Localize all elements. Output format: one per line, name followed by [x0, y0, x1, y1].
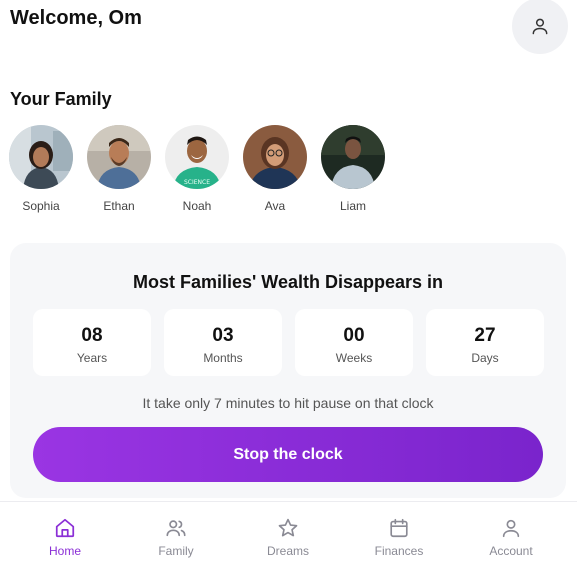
member-name: Ava: [264, 199, 286, 213]
family-section-title: Your Family: [10, 89, 112, 109]
star-icon: [278, 518, 298, 537]
family-member-ethan[interactable]: Ethan: [87, 125, 151, 213]
nav-label: Dreams: [266, 544, 309, 558]
family-member-liam[interactable]: Liam: [321, 125, 385, 213]
countdown-value: 27: [474, 325, 496, 346]
nav-label: Family: [158, 544, 194, 558]
bottom-navigation: Home Family Dreams Finances Account: [0, 501, 577, 573]
member-name: Liam: [339, 199, 366, 213]
countdown-weeks: 00 Weeks: [295, 309, 413, 376]
avatar: SCIENCE: [165, 125, 229, 189]
family-member-ava[interactable]: Ava: [243, 125, 307, 213]
nav-item-account[interactable]: Account: [456, 502, 566, 573]
countdown-value: 03: [212, 325, 234, 346]
family-members-row: Sophia Ethan SCIENCE Noah Ava Liam: [0, 125, 577, 215]
calendar-icon: [390, 518, 408, 538]
family-member-sophia[interactable]: Sophia: [9, 125, 73, 213]
user-icon: [502, 519, 520, 538]
avatar: [87, 125, 151, 189]
nav-label: Account: [489, 544, 533, 558]
countdown-value: 00: [343, 325, 365, 346]
account-button[interactable]: [512, 0, 568, 54]
member-name: Noah: [182, 199, 212, 213]
countdown-value: 08: [81, 325, 103, 346]
nav-item-finances[interactable]: Finances: [344, 502, 454, 573]
home-icon: [55, 518, 75, 538]
countdown-unit: Weeks: [335, 351, 373, 365]
family-member-noah[interactable]: SCIENCE Noah: [165, 125, 229, 213]
countdown-title: Most Families' Wealth Disappears in: [132, 272, 444, 292]
nav-label: Home: [48, 544, 81, 558]
countdown-years: 08 Years: [33, 309, 151, 376]
nav-item-home[interactable]: Home: [10, 502, 120, 573]
countdown-unit: Days: [471, 351, 499, 365]
wealth-countdown-card: Most Families' Wealth Disappears in 08 Y…: [10, 243, 566, 498]
svg-text:SCIENCE: SCIENCE: [184, 179, 210, 186]
countdown-months: 03 Months: [164, 309, 282, 376]
countdown-unit: Years: [76, 351, 108, 365]
countdown-subtitle: It take only 7 minutes to hit pause on t…: [142, 395, 434, 411]
nav-label: Finances: [374, 544, 424, 558]
stop-the-clock-button[interactable]: Stop the clock: [33, 427, 543, 482]
nav-item-family[interactable]: Family: [121, 502, 231, 573]
avatar: [321, 125, 385, 189]
member-name: Sophia: [22, 199, 60, 213]
avatar: [9, 125, 73, 189]
family-icon: [166, 520, 186, 537]
user-icon: [532, 18, 548, 35]
avatar: [243, 125, 307, 189]
header: Welcome, Om: [0, 0, 577, 60]
welcome-title: Welcome, Om: [10, 7, 142, 29]
countdown-days: 27 Days: [426, 309, 544, 376]
nav-item-dreams[interactable]: Dreams: [233, 502, 343, 573]
countdown-unit: Months: [203, 351, 243, 365]
member-name: Ethan: [103, 199, 135, 213]
